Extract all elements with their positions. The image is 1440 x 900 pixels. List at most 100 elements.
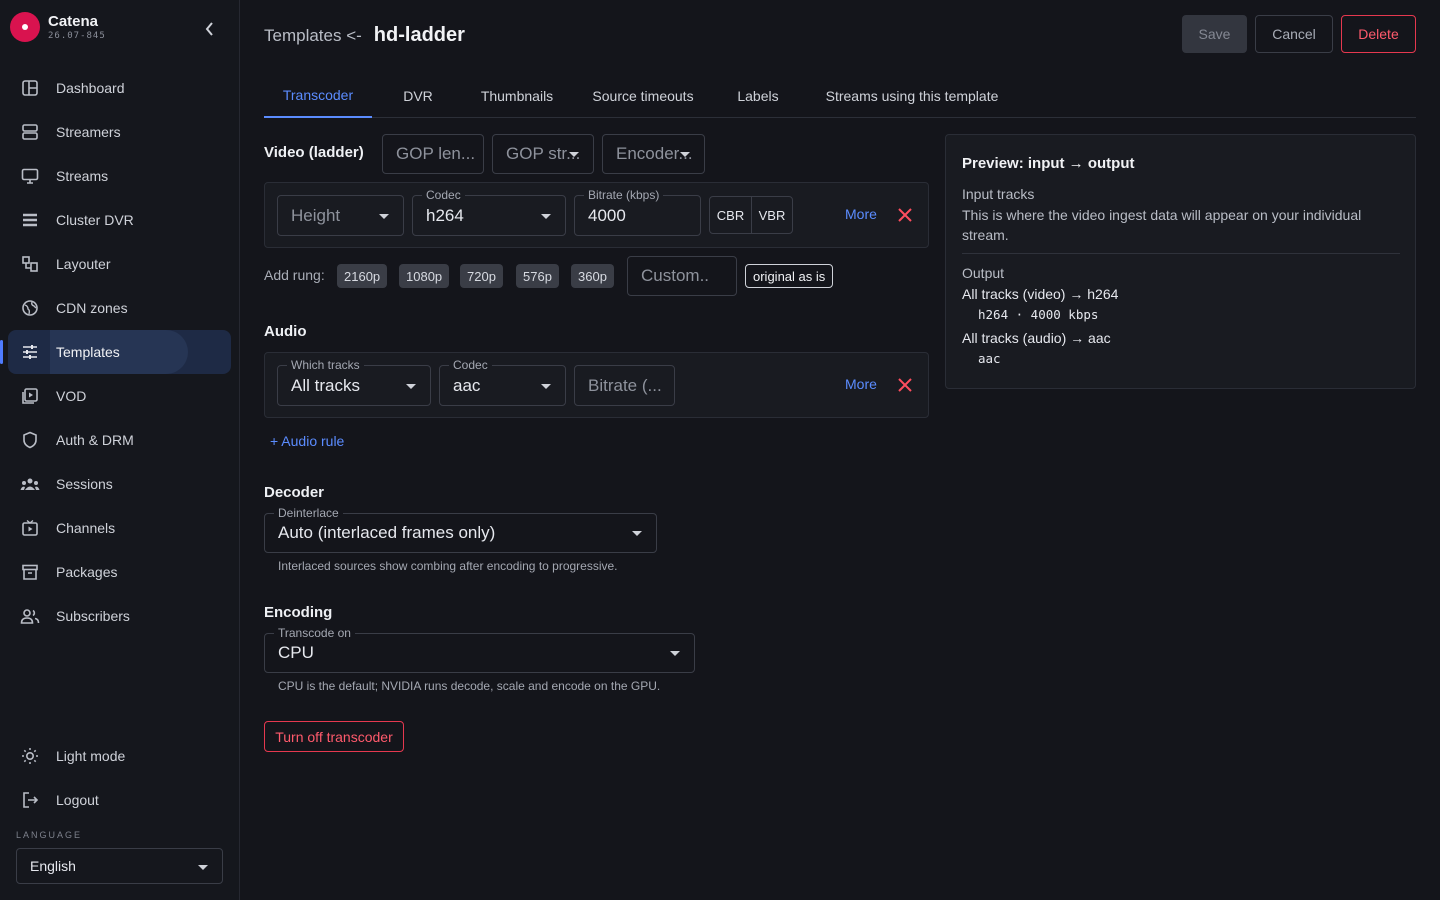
tab-labels[interactable]: Labels [724,74,792,118]
original-as-is-chip[interactable]: original as is [745,264,834,288]
deinterlace-select[interactable]: Deinterlace Auto (interlaced frames only… [264,506,657,553]
rung-chip-720p[interactable]: 720p [460,264,503,288]
audio-rule-row: Which tracks All tracks Codec aac Bitrat… [264,352,929,418]
layout-icon [20,254,40,274]
custom-rung-input[interactable]: Custom.. [627,256,737,296]
decoder-section-title: Decoder [264,484,325,501]
deinterlace-value: Auto (interlaced frames only) [278,523,496,542]
transcode-on-select[interactable]: Transcode on CPU [264,626,695,673]
sidebar-item-label: Templates [56,344,120,360]
sidebar-item-subscribers[interactable]: Subscribers [8,594,231,638]
turn-off-transcoder-button[interactable]: Turn off transcoder [264,721,404,752]
caret-down-icon [541,383,551,389]
output-audio-line: All tracks (audio) → aac [962,330,1111,346]
delete-button[interactable]: Delete [1341,15,1416,53]
tab-thumbnails[interactable]: Thumbnails [470,74,564,118]
vbr-option[interactable]: VBR [751,197,792,233]
brand-name: Catena [48,13,99,30]
caret-down-icon [379,213,389,219]
video-section-title: Video (ladder) [264,144,364,161]
rung-chip-2160p[interactable]: 2160p [337,264,388,288]
output-title: Output [962,265,1005,281]
encoder-select[interactable]: Encoder... [602,134,705,174]
remove-rung-button[interactable] [897,207,913,223]
sidebar-item-label: Subscribers [56,608,130,624]
logout-button[interactable]: Logout [8,778,231,822]
group-icon [20,474,40,494]
sliders-icon [20,342,40,362]
video-more-link[interactable]: More [845,206,877,222]
encoding-section-title: Encoding [264,604,333,621]
audio-codec-select[interactable]: Codec aac [439,358,566,406]
tab-transcoder[interactable]: Transcoder [264,74,372,118]
sidebar-item-streamers[interactable]: Streamers [8,110,231,154]
collapse-sidebar-button[interactable] [200,19,220,39]
tab-dvr[interactable]: DVR [387,74,449,118]
sidebar-item-cluster-dvr[interactable]: Cluster DVR [8,198,231,242]
rung-chip-576p[interactable]: 576p [516,264,559,288]
rung-chip-360p[interactable]: 360p [571,264,614,288]
sidebar-item-templates[interactable]: Templates [0,330,231,374]
cbr-option[interactable]: CBR [710,197,751,233]
brand-version: 26.07-845 [48,31,106,41]
sidebar-item-vod[interactable]: VOD [8,374,231,418]
sidebar-item-auth-drm[interactable]: Auth & DRM [8,418,231,462]
sidebar-item-layouter[interactable]: Layouter [8,242,231,286]
preview-panel: Preview: input → output Input tracks Thi… [945,134,1416,389]
server-icon [20,122,40,142]
sidebar-bottom: Light mode Logout [8,734,231,822]
deinterlace-label: Deinterlace [274,506,343,520]
sidebar-item-packages[interactable]: Packages [8,550,231,594]
page-title: hd-ladder [373,24,465,46]
transcode-on-label: Transcode on [274,626,355,640]
video-rung-row: Height Codec h264 Bitrate (kbps) 4000 CB… [264,182,929,248]
output-video-detail: h264 · 4000 kbps [978,307,1099,322]
tab-streams-using-template[interactable]: Streams using this template [813,74,1011,118]
add-audio-rule-button[interactable]: + Audio rule [270,433,344,449]
chevron-left-icon [205,22,213,36]
rung-chip-1080p[interactable]: 1080p [399,264,450,288]
video-library-icon [20,386,40,406]
video-codec-select[interactable]: Codec h264 [412,188,566,236]
audio-bitrate-input[interactable]: Bitrate (... [574,365,675,406]
sidebar-item-dashboard[interactable]: Dashboard [8,66,231,110]
remove-audio-rule-button[interactable] [897,377,913,393]
sidebar-item-streams[interactable]: Streams [8,154,231,198]
gop-structure-select[interactable]: GOP str... [492,134,594,174]
logout-label: Logout [56,792,99,808]
sidebar-item-label: CDN zones [56,300,128,316]
sidebar-item-label: Auth & DRM [56,432,134,448]
caret-down-icon [569,152,579,157]
sidebar-item-label: Dashboard [56,80,125,96]
logout-icon [20,790,40,810]
monitor-icon [20,166,40,186]
save-button[interactable]: Save [1182,15,1247,53]
cancel-button[interactable]: Cancel [1255,15,1333,53]
sidebar-item-cdn-zones[interactable]: CDN zones [8,286,231,330]
output-audio-detail: aac [978,351,1001,366]
brand[interactable]: Catena 26.07-845 [10,12,106,42]
gop-length-input[interactable]: GOP len... [382,134,484,174]
audio-tracks-select[interactable]: Which tracks All tracks [277,358,431,406]
audio-tracks-value: All tracks [291,375,360,395]
sun-icon [20,746,40,766]
caret-down-icon [541,213,551,219]
caret-down-icon [406,383,416,389]
sidebar-item-label: Layouter [56,256,111,272]
breadcrumb-templates-link[interactable]: Templates <- [264,26,362,46]
language-select[interactable]: English [16,848,223,884]
preview-title: Preview: input → output [962,155,1135,172]
caret-down-icon [680,152,690,157]
sidebar-item-sessions[interactable]: Sessions [8,462,231,506]
tab-bar: Transcoder DVR Thumbnails Source timeout… [264,74,1416,118]
light-mode-button[interactable]: Light mode [8,734,231,778]
video-bitrate-input[interactable]: Bitrate (kbps) 4000 [574,188,701,236]
sidebar-item-label: Packages [56,564,118,580]
sidebar-item-label: VOD [56,388,87,404]
input-tracks-text: This is where the video ingest data will… [962,207,1362,243]
sidebar-item-channels[interactable]: Channels [8,506,231,550]
tab-source-timeouts[interactable]: Source timeouts [582,74,704,118]
video-codec-label: Codec [422,188,465,202]
audio-more-link[interactable]: More [845,376,877,392]
height-select[interactable]: Height [277,195,404,236]
